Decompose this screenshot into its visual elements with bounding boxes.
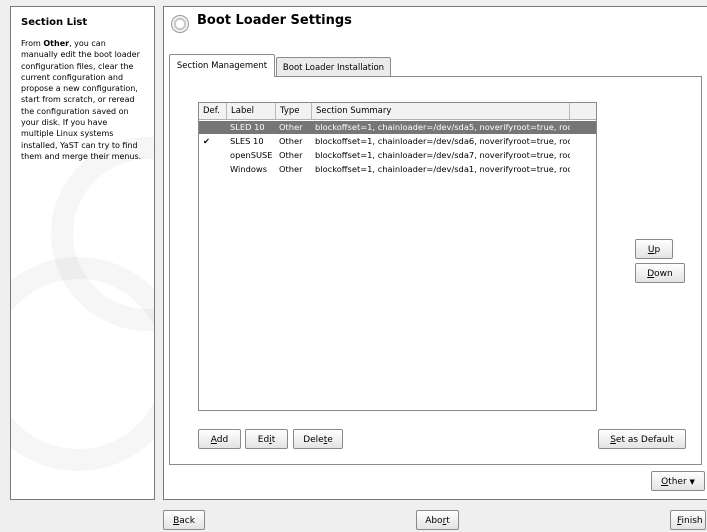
section-table[interactable]: Def. Label Type Section Summary SLED 10 … (198, 102, 597, 411)
cell-def (201, 149, 227, 162)
help-line: manually edit the boot loader (21, 49, 149, 60)
add-button[interactable]: Add (198, 429, 241, 449)
finish-button[interactable]: Finish (670, 510, 706, 530)
help-line: them and merge their menus. (21, 151, 149, 162)
tab-panel: Def. Label Type Section Summary SLED 10 … (169, 76, 702, 465)
column-header-type[interactable]: Type (276, 103, 312, 119)
column-header-summary[interactable]: Section Summary (312, 103, 570, 119)
cell-type: Other (279, 136, 303, 146)
column-header-def[interactable]: Def. (199, 103, 227, 119)
column-header-label[interactable]: Label (227, 103, 276, 119)
help-emphasis: Other (43, 39, 70, 48)
cell-def (201, 121, 227, 134)
cell-type: Other (279, 122, 303, 132)
help-text: From Other, you can manually edit the boo… (21, 38, 149, 162)
help-title: Section List (21, 17, 88, 28)
help-text-fragment: configuration files, clear the (21, 61, 134, 71)
main-panel: Boot Loader Settings Section Management … (163, 6, 707, 500)
cell-def (201, 163, 227, 176)
edit-button[interactable]: Edit (245, 429, 288, 449)
delete-button[interactable]: Delete (293, 429, 343, 449)
cell-type: Other (279, 164, 303, 174)
help-text-fragment: multiple Linux systems (21, 129, 114, 139)
yast-icon (171, 15, 189, 33)
help-line: configuration files, clear the (21, 61, 149, 72)
cell-def: ✔ (203, 136, 210, 146)
help-line: the configuration saved on (21, 106, 149, 117)
column-header-filler (570, 103, 596, 119)
help-text-fragment: installed, YaST can try to find (21, 140, 138, 150)
table-row[interactable]: SLED 10 Other blockoffset=1, chainloader… (199, 121, 596, 134)
cell-label: SLED 10 (230, 122, 265, 132)
help-line: installed, YaST can try to find (21, 140, 149, 151)
help-text-fragment: From (21, 39, 44, 48)
cell-label: Windows (230, 164, 268, 174)
table-row[interactable]: openSUSE Other blockoffset=1, chainloade… (199, 149, 596, 162)
set-as-default-button[interactable]: Set as Default (598, 429, 686, 449)
table-row[interactable]: Windows Other blockoffset=1, chainloader… (199, 163, 596, 176)
watermark-shape (11, 257, 154, 471)
help-line: your disk. If you have (21, 117, 149, 128)
tab-boot-loader-installation[interactable]: Boot Loader Installation (276, 57, 391, 77)
cell-summary: blockoffset=1, chainloader=/dev/sda5, no… (315, 122, 570, 132)
dropdown-arrow-icon: ▼ (689, 478, 695, 486)
help-text-fragment: the configuration saved on (21, 106, 129, 116)
help-line: current configuration and (21, 72, 149, 83)
help-line: propose a new configuration, (21, 83, 149, 94)
up-button[interactable]: Up (635, 239, 673, 259)
cell-summary: blockoffset=1, chainloader=/dev/sda7, no… (315, 150, 570, 160)
help-line: start from scratch, or reread (21, 94, 149, 105)
cell-label: openSUSE (230, 150, 273, 160)
help-line: From Other, you can (21, 38, 149, 49)
cell-summary: blockoffset=1, chainloader=/dev/sda1, no… (315, 164, 570, 174)
help-text-fragment: manually edit the boot loader (21, 50, 140, 60)
cell-type: Other (279, 150, 303, 160)
help-text-fragment: , you can (69, 39, 106, 48)
help-text-fragment: start from scratch, or reread (21, 95, 135, 105)
cell-label: SLES 10 (230, 136, 264, 146)
tab-section-management[interactable]: Section Management (169, 54, 275, 77)
cell-summary: blockoffset=1, chainloader=/dev/sda6, no… (315, 136, 570, 146)
table-header: Def. Label Type Section Summary (199, 103, 596, 120)
abort-button[interactable]: Abort (416, 510, 459, 530)
back-button[interactable]: Back (163, 510, 205, 530)
help-text-fragment: your disk. If you have (21, 118, 108, 128)
help-text-fragment: them and merge their menus. (21, 151, 142, 161)
help-panel: Section List From Other, you can manually… (10, 6, 155, 500)
help-text-fragment: current configuration and (21, 72, 124, 82)
page-title: Boot Loader Settings (197, 13, 352, 28)
other-menu-button[interactable]: Other ▼ (651, 471, 705, 491)
table-row[interactable]: ✔ SLES 10 Other blockoffset=1, chainload… (199, 135, 596, 148)
help-line: multiple Linux systems (21, 128, 149, 139)
help-text-fragment: propose a new configuration, (21, 84, 138, 94)
down-button[interactable]: Down (635, 263, 685, 283)
